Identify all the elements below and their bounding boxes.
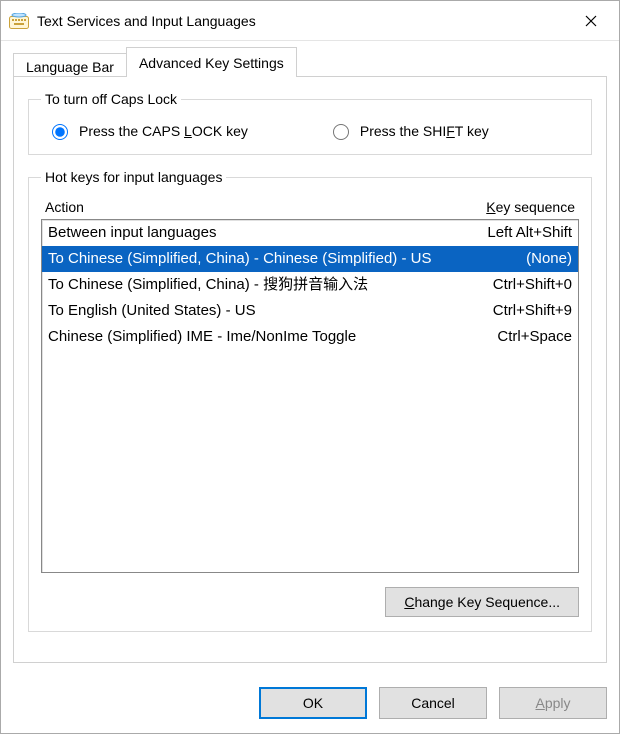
titlebar: Text Services and Input Languages bbox=[1, 1, 619, 41]
list-item-action: Chinese (Simplified) IME - Ime/NonIme To… bbox=[48, 325, 442, 349]
dialog-buttons: OK Cancel Apply bbox=[1, 675, 619, 733]
col-key-header: Key sequence bbox=[425, 199, 575, 215]
change-key-row: Change Key Sequence... bbox=[41, 587, 579, 617]
keyboard-icon bbox=[9, 11, 29, 31]
list-item-action: To English (United States) - US bbox=[48, 299, 442, 323]
list-item-action: Between input languages bbox=[48, 221, 442, 245]
col-action-header: Action bbox=[45, 199, 425, 215]
radio-shift[interactable]: Press the SHIFT key bbox=[328, 121, 489, 140]
dialog-window: Text Services and Input Languages Langua… bbox=[0, 0, 620, 734]
close-button[interactable] bbox=[571, 1, 611, 41]
change-key-sequence-button[interactable]: Change Key Sequence... bbox=[385, 587, 579, 617]
hotkeys-group: Hot keys for input languages Action Key … bbox=[28, 169, 592, 632]
list-item-action: To Chinese (Simplified, China) - Chinese… bbox=[48, 247, 442, 271]
list-item[interactable]: To Chinese (Simplified, China) - Chinese… bbox=[42, 246, 578, 272]
list-item[interactable]: Between input languagesLeft Alt+Shift bbox=[42, 220, 578, 246]
apply-button[interactable]: Apply bbox=[499, 687, 607, 719]
radio-caps-lock-input[interactable] bbox=[52, 124, 68, 140]
radio-caps-lock-label: Press the CAPS LOCK key bbox=[79, 123, 248, 139]
hotkeys-legend: Hot keys for input languages bbox=[41, 169, 226, 185]
list-item[interactable]: To English (United States) - USCtrl+Shif… bbox=[42, 298, 578, 324]
radio-caps-lock[interactable]: Press the CAPS LOCK key bbox=[47, 121, 248, 140]
ok-button[interactable]: OK bbox=[259, 687, 367, 719]
list-item-key: Ctrl+Space bbox=[442, 325, 572, 349]
radio-shift-label: Press the SHIFT key bbox=[360, 123, 489, 139]
window-title: Text Services and Input Languages bbox=[37, 13, 571, 29]
list-item-action: To Chinese (Simplified, China) - 搜狗拼音输入法 bbox=[48, 273, 442, 297]
list-item-key: Ctrl+Shift+0 bbox=[442, 273, 572, 297]
list-item-key: Ctrl+Shift+9 bbox=[442, 299, 572, 323]
capslock-legend: To turn off Caps Lock bbox=[41, 91, 181, 107]
tab-strip: Language Bar Advanced Key Settings bbox=[13, 47, 607, 77]
tab-panel: To turn off Caps Lock Press the CAPS LOC… bbox=[13, 76, 607, 663]
cancel-button[interactable]: Cancel bbox=[379, 687, 487, 719]
tab-advanced-key-settings[interactable]: Advanced Key Settings bbox=[126, 47, 297, 77]
capslock-group: To turn off Caps Lock Press the CAPS LOC… bbox=[28, 91, 592, 155]
list-item-key: Left Alt+Shift bbox=[442, 221, 572, 245]
hotkeys-header: Action Key sequence bbox=[41, 199, 579, 219]
client-area: Language Bar Advanced Key Settings To tu… bbox=[1, 41, 619, 675]
list-item[interactable]: Chinese (Simplified) IME - Ime/NonIme To… bbox=[42, 324, 578, 350]
radio-shift-input[interactable] bbox=[333, 124, 349, 140]
capslock-options: Press the CAPS LOCK key Press the SHIFT … bbox=[41, 121, 579, 140]
list-item-key: (None) bbox=[442, 247, 572, 271]
hotkeys-listbox[interactable]: Between input languagesLeft Alt+ShiftTo … bbox=[41, 219, 579, 573]
list-item[interactable]: To Chinese (Simplified, China) - 搜狗拼音输入法… bbox=[42, 272, 578, 298]
